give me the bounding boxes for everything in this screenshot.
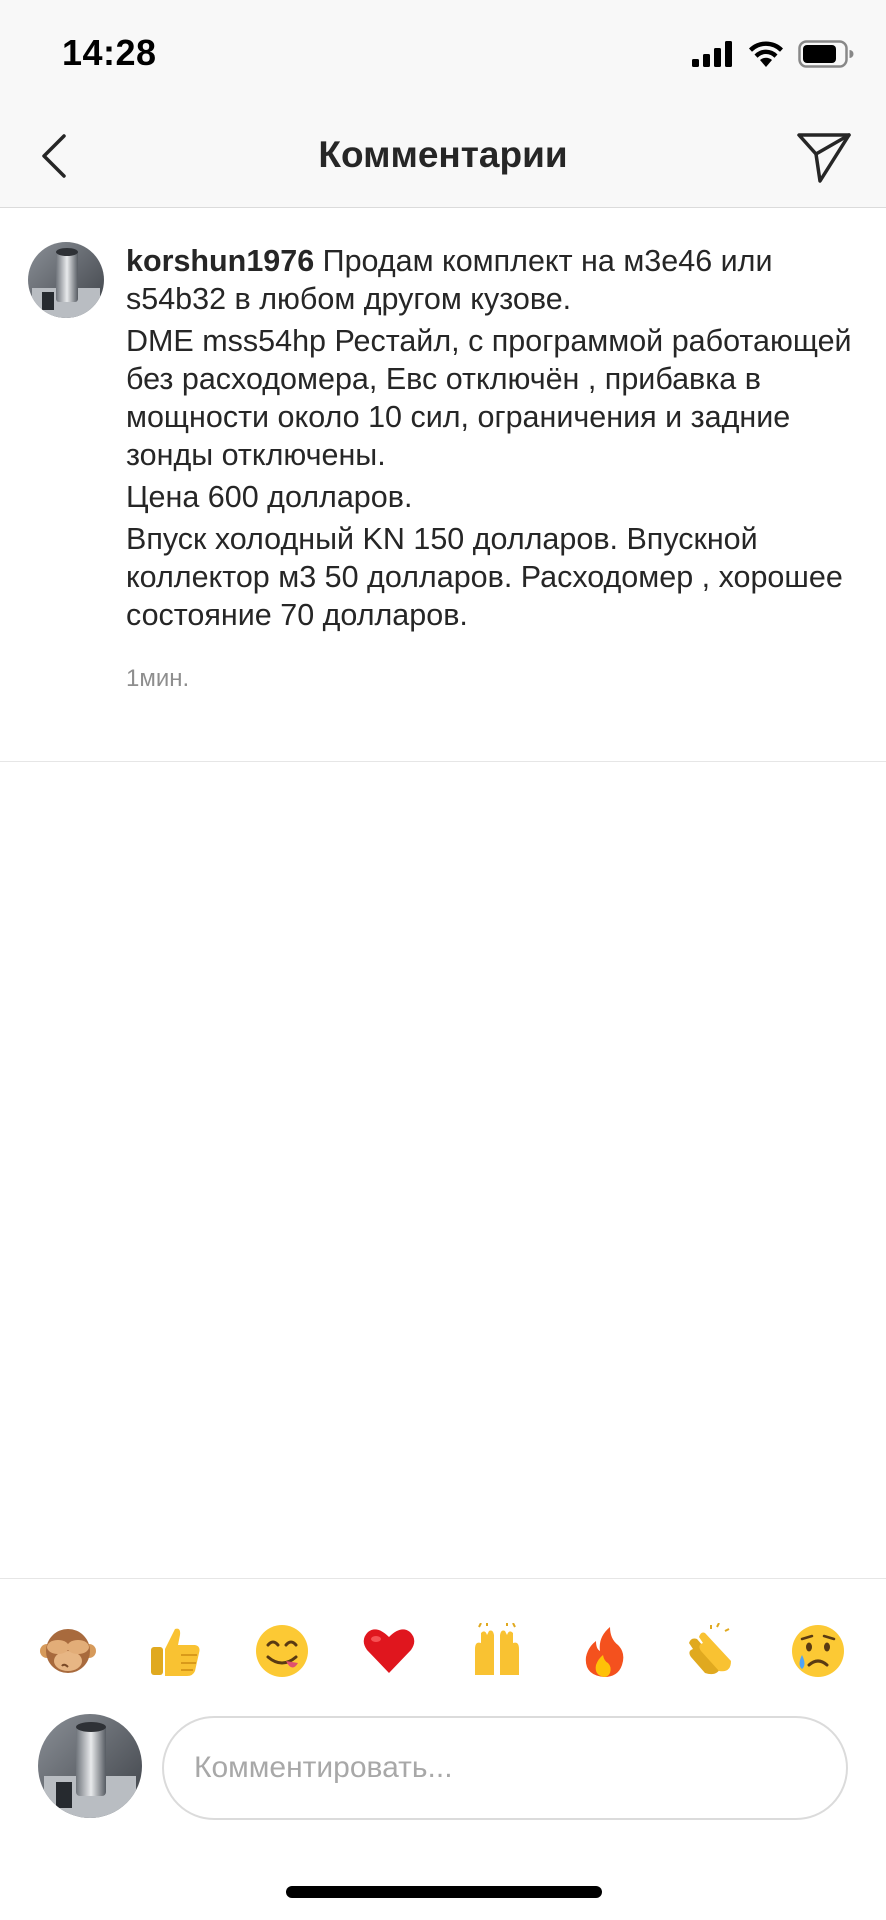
see-no-evil-monkey-emoji-button[interactable] (36, 1619, 100, 1683)
raising-hands-icon (474, 1623, 519, 1675)
paper-plane-icon (797, 133, 851, 183)
comment-text-line-3: Цена 600 долларов. (126, 480, 413, 514)
crying-face-emoji-button[interactable] (786, 1619, 850, 1683)
emoji-row (0, 1619, 886, 1683)
avatar (38, 1714, 142, 1818)
avatar[interactable] (28, 242, 104, 318)
share-button[interactable] (792, 126, 856, 190)
status-bar: 14:28 (0, 0, 886, 104)
nav-bar: Комментарии (0, 104, 886, 208)
comment-body: korshun1976 Продам комплект на м3е46 или… (126, 242, 856, 698)
comments-screen: 14:28 Комментарии korshun1976 Продам ком… (0, 0, 886, 1920)
status-icons (692, 36, 854, 72)
comment-text-line-2: DME mss54hp Рестайл, с программой работа… (126, 324, 852, 472)
raising-hands-emoji-button[interactable] (465, 1619, 529, 1683)
thumbs-up-icon (150, 1628, 200, 1676)
yum-face-emoji-button[interactable] (250, 1619, 314, 1683)
red-heart-icon (364, 1629, 415, 1673)
battery-icon (798, 40, 854, 68)
fire-emoji-button[interactable] (572, 1619, 636, 1683)
thumbs-up-emoji-button[interactable] (143, 1619, 207, 1683)
page-title: Комментарии (318, 134, 568, 175)
fire-icon (585, 1627, 624, 1677)
red-heart-emoji-button[interactable] (357, 1619, 421, 1683)
comment-item: korshun1976 Продам комплект на м3е46 или… (0, 210, 886, 762)
comment-composer (0, 1710, 886, 1840)
yum-face-icon (256, 1625, 309, 1677)
comment-input[interactable] (162, 1716, 848, 1820)
clapping-hands-icon (689, 1623, 732, 1675)
comment-timestamp: 1мин. (126, 665, 190, 692)
status-time: 14:28 (62, 32, 157, 73)
see-no-evil-monkey-icon (39, 1629, 96, 1673)
home-indicator[interactable] (286, 1886, 602, 1898)
clapping-hands-emoji-button[interactable] (679, 1619, 743, 1683)
emoji-bar (0, 1578, 886, 1710)
comment-username[interactable]: korshun1976 (126, 244, 314, 278)
crying-face-icon (792, 1625, 845, 1677)
wifi-icon (749, 41, 783, 67)
comment-text-line-4: Впуск холодный KN 150 долларов. Впускной… (126, 522, 843, 632)
cellular-signal-icon (692, 41, 732, 67)
